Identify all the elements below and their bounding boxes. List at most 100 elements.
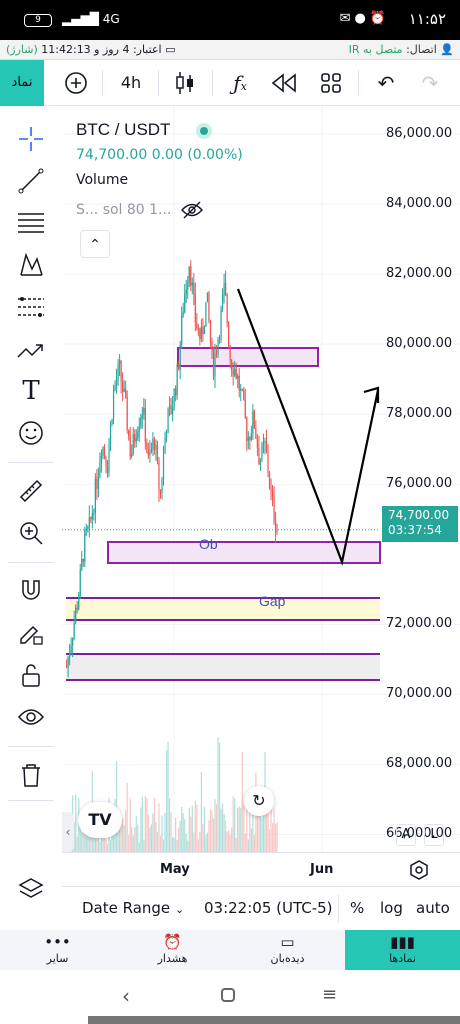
gap-zone[interactable] — [66, 598, 380, 620]
volume-bar — [156, 831, 159, 852]
candle — [167, 409, 169, 434]
interval-button[interactable]: 4h — [110, 60, 152, 106]
eye-icon[interactable] — [10, 700, 52, 734]
candle — [97, 476, 100, 489]
candle — [119, 360, 121, 364]
symbol-button[interactable]: نماد — [0, 60, 44, 106]
reset-chart-icon[interactable]: ↻ — [244, 786, 274, 816]
volume-bar — [125, 810, 127, 852]
trend-line-icon[interactable] — [10, 164, 52, 198]
candle — [112, 390, 115, 420]
home-icon[interactable] — [221, 988, 235, 1002]
nav-symbols[interactable]: ▮▮▮ نمادها — [345, 930, 460, 970]
tradingview-logo-icon: TV — [78, 802, 122, 838]
candle — [108, 446, 110, 473]
undo-icon[interactable]: ↶ — [368, 60, 404, 106]
trash-icon[interactable] — [10, 758, 52, 792]
alarm-icon: ⏰ — [369, 11, 390, 26]
connection-status: 👤 اتصال: متصل به IR — [349, 43, 454, 56]
candle — [271, 491, 274, 497]
price-axis[interactable]: 86,000.00 84,000.00 82,000.00 80,000.00 78,0… — [380, 106, 460, 852]
candle — [161, 479, 163, 494]
text-icon[interactable]: T — [10, 374, 52, 408]
lock-drawing-icon[interactable] — [10, 616, 52, 650]
zoom-icon[interactable] — [10, 516, 52, 550]
ruler-icon[interactable] — [10, 474, 52, 508]
nav-watchlist[interactable]: ▭ دیده‌بان — [230, 930, 345, 970]
candle — [99, 462, 101, 477]
candles-icon[interactable] — [166, 60, 204, 106]
magnet-icon[interactable] — [10, 574, 52, 608]
credit-label: اعتبار: — [132, 43, 162, 56]
layers-icon[interactable] — [10, 872, 52, 906]
add-icon[interactable] — [58, 60, 94, 106]
candle — [218, 338, 221, 340]
candle — [244, 399, 246, 418]
replay-icon[interactable] — [264, 60, 304, 106]
collapse-legend-button[interactable]: ⌃ — [80, 230, 110, 258]
auto-scale-button[interactable]: A — [396, 824, 416, 846]
recents-icon[interactable]: ≡ — [322, 984, 337, 1005]
layout-icon[interactable] — [312, 60, 350, 106]
volume-bar — [165, 750, 168, 852]
volume-label[interactable]: Volume — [76, 172, 128, 188]
projection-path[interactable] — [236, 288, 380, 566]
lower-zone[interactable] — [66, 654, 380, 680]
chart-settings-icon[interactable] — [408, 859, 430, 885]
candle — [229, 346, 231, 361]
fib-icon[interactable] — [10, 206, 52, 240]
candle — [246, 417, 248, 441]
symbol-title[interactable]: BTC / USDT — [76, 120, 170, 140]
candle — [234, 368, 236, 376]
date-range-button[interactable]: Date Range ⌄ — [82, 899, 184, 917]
resistance-box[interactable] — [177, 347, 319, 367]
volume-bar — [268, 829, 271, 852]
nav-alerts[interactable]: ⏰ هشدار — [115, 930, 230, 970]
candle — [87, 526, 89, 530]
price-tick-label: 68,000.00 — [386, 756, 453, 772]
expand-toolbar-handle[interactable]: ‹ — [62, 812, 74, 852]
candle — [250, 433, 252, 440]
candle — [268, 472, 271, 488]
back-icon[interactable]: ‹ — [122, 984, 130, 1008]
volume-bar — [221, 803, 224, 852]
unlock-icon[interactable] — [10, 658, 52, 692]
monitor-icon: ▭ — [280, 933, 295, 951]
candle — [149, 452, 151, 456]
brush-icon[interactable] — [10, 332, 52, 366]
volume-bar — [200, 771, 202, 852]
candle — [111, 419, 113, 425]
more-dots-icon: ••• — [44, 933, 71, 951]
indicator-label[interactable]: S... sol 80 1... — [76, 202, 171, 218]
indicators-icon[interactable]: ƒx — [222, 60, 258, 106]
candle — [214, 353, 216, 377]
volume-bar — [176, 839, 178, 852]
price-tick-label: 86,000.00 — [386, 126, 453, 142]
utc-clock[interactable]: 03:22:05 (UTC-5) — [204, 899, 333, 917]
candle — [225, 282, 227, 295]
connection-label: اتصال: — [406, 43, 437, 56]
log-button[interactable]: log — [380, 899, 403, 917]
log-scale-button[interactable]: L — [424, 824, 444, 846]
percent-scale-button[interactable]: % — [350, 899, 364, 917]
crosshair-icon[interactable] — [10, 122, 52, 156]
volume-bar — [229, 835, 231, 852]
message-icon: ✉ — [339, 11, 355, 26]
forecast-icon[interactable] — [10, 290, 52, 324]
volume-bar — [247, 839, 249, 852]
candle — [265, 441, 268, 452]
price-tick-label: 80,000.00 — [386, 336, 453, 352]
battery-icon: 9 — [24, 14, 52, 27]
candle — [175, 388, 177, 396]
volume-bar — [262, 809, 265, 852]
time-axis[interactable]: May Jun — [62, 852, 460, 886]
nav-more[interactable]: ••• سایر — [0, 930, 115, 970]
volume-bar — [159, 836, 162, 852]
emoji-icon[interactable] — [10, 416, 52, 450]
pattern-icon[interactable] — [10, 248, 52, 282]
auto-button[interactable]: auto — [416, 899, 450, 917]
candle — [243, 390, 245, 400]
hide-eye-icon[interactable] — [180, 200, 204, 224]
candle — [176, 364, 178, 396]
redo-icon[interactable]: ↷ — [412, 60, 448, 106]
